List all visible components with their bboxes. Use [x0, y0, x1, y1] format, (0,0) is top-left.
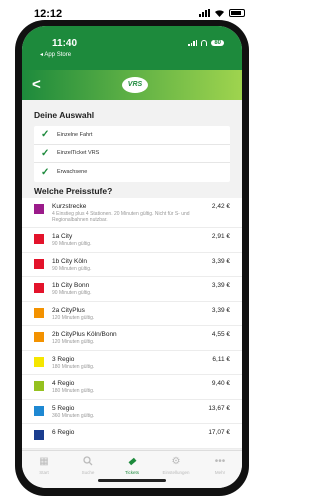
- selection-item: ✓ Erwachsene: [41, 166, 88, 178]
- price-level-description: 120 Minuten gültig.: [52, 314, 95, 321]
- zone-color-swatch: [34, 332, 44, 342]
- tab-einstellungen[interactable]: ⚙ Einstellungen: [154, 451, 198, 488]
- zone-color-swatch: [34, 430, 44, 440]
- app-status-icons: 80: [188, 40, 224, 46]
- zone-color-swatch: [34, 234, 44, 244]
- price-value: 6,11 €: [212, 355, 230, 363]
- price-row-1b-city-bonn[interactable]: 1b City Bonn 90 Minuten gültig. 3,39 €: [22, 277, 242, 302]
- price-value: 4,55 €: [211, 331, 230, 338]
- device-time: 12:12: [34, 8, 63, 20]
- price-level-description: 180 Minuten gültig.: [52, 388, 95, 394]
- tab-start[interactable]: ▦ Start: [22, 451, 66, 488]
- price-level-title: Welche Preisstufe?: [34, 186, 113, 196]
- checkmark-icon: ✓: [41, 166, 50, 178]
- tab-label: Tickets: [124, 470, 140, 475]
- price-level-description: 90 Minuten gültig.: [52, 265, 92, 272]
- home-indicator: [98, 479, 166, 482]
- price-level-name: 4 Regio: [52, 380, 75, 387]
- zone-color-swatch: [34, 258, 44, 269]
- battery-icon: 80: [211, 40, 224, 46]
- zone-color-swatch: [34, 356, 44, 367]
- checkmark-icon: ✓: [41, 147, 50, 159]
- ticket-selection-content[interactable]: Deine Auswahl ✓ Einzelne Fahrt ✓ EinzelTic…: [22, 100, 242, 450]
- tab-mehr[interactable]: ••• Mehr: [198, 451, 242, 488]
- price-row-1b-city-koeln[interactable]: 1b City Köln 90 Minuten gültig. 3,39 €: [22, 253, 242, 277]
- wifi-icon: [215, 10, 224, 17]
- vrs-logo: VRS: [122, 77, 148, 93]
- gear-icon: ⚙: [171, 455, 181, 467]
- price-row-3-regio[interactable]: 3 Regio 180 Minuten gültig. 6,11 €: [22, 351, 242, 375]
- price-value: 3,39 €: [211, 282, 230, 289]
- app-time: 11:40: [52, 38, 78, 49]
- zone-color-swatch: [34, 307, 44, 318]
- navigation-bar: < VRS: [22, 70, 242, 100]
- price-row-kurzstrecke[interactable]: Kurzstrecke 4 Einstieg plus 4 Stationen.…: [22, 198, 242, 228]
- price-level-description: 90 Minuten gültig.: [52, 241, 92, 247]
- price-value: 2,42 €: [211, 203, 230, 210]
- phone-frame: 11:40 ◂ App Store 80 < VRS Deine Auswahl…: [15, 20, 249, 496]
- price-level-name: 1a City: [52, 233, 73, 240]
- selection-title: Deine Auswahl: [34, 110, 95, 120]
- price-level-description: 4 Einstieg plus 4 Stationen. 20 Minuten …: [52, 211, 190, 223]
- price-level-description: 360 Minuten gültig.: [52, 412, 95, 419]
- selection-item: ✓ EinzelTicket VRS: [34, 145, 230, 164]
- zone-color-swatch: [34, 283, 44, 293]
- price-value: 17,07 €: [208, 429, 230, 436]
- tab-label: Start: [39, 470, 49, 475]
- grid-icon: ▦: [39, 455, 49, 467]
- price-level-name: 1b City Bonn: [52, 282, 90, 289]
- price-value: 13,67 €: [208, 404, 230, 412]
- signal-icon: [199, 9, 210, 17]
- price-row-1a-city[interactable]: 1a City 90 Minuten gültig. 2,91 €: [22, 228, 242, 253]
- back-to-app-store-link[interactable]: ◂ App Store: [40, 51, 71, 58]
- back-button[interactable]: <: [32, 76, 41, 94]
- ticket-icon: [126, 455, 138, 467]
- price-row-2b-cityplus-koeln-bonn[interactable]: 2b CityPlus Köln/Bonn 120 Minuten gültig…: [22, 326, 242, 351]
- tab-suche[interactable]: Suche: [66, 451, 110, 488]
- wifi-icon: [201, 40, 208, 46]
- price-level-name: 2b CityPlus Köln/Bonn: [52, 331, 117, 338]
- price-level-list: Kurzstrecke 4 Einstieg plus 4 Stationen.…: [22, 198, 242, 449]
- price-value: 2,91 €: [211, 233, 230, 240]
- price-level-name: 1b City Köln: [52, 257, 88, 265]
- selection-item: ✓ Einzelne Fahrt: [34, 126, 230, 145]
- tab-label: Suche: [81, 470, 95, 475]
- zone-color-swatch: [34, 405, 44, 416]
- tab-label: Einstellungen: [162, 470, 190, 475]
- price-level-name: Kurzstrecke: [52, 203, 87, 210]
- zone-color-swatch: [34, 204, 44, 214]
- price-row-4-regio[interactable]: 4 Regio 180 Minuten gültig. 9,40 €: [22, 375, 242, 400]
- price-level-name: 5 Regio: [52, 404, 75, 412]
- price-level-description: 90 Minuten gültig.: [52, 290, 92, 296]
- zone-color-swatch: [34, 381, 44, 391]
- price-row-2a-cityplus[interactable]: 2a CityPlus 120 Minuten gültig. 3,39 €: [22, 302, 242, 326]
- price-level-description: 180 Minuten gültig.: [52, 363, 95, 370]
- signal-icon: [188, 40, 198, 46]
- tab-label: Mehr: [214, 470, 226, 475]
- price-value: 9,40 €: [211, 380, 230, 387]
- price-row-5-regio[interactable]: 5 Regio 360 Minuten gültig. 13,67 €: [22, 400, 242, 424]
- battery-icon: [229, 9, 245, 17]
- price-row-6-regio[interactable]: 6 Regio 17,07 €: [22, 424, 242, 449]
- more-icon: •••: [214, 455, 226, 467]
- price-level-name: 3 Regio: [52, 355, 75, 363]
- price-level-name: 6 Regio: [52, 429, 75, 436]
- price-value: 3,39 €: [211, 306, 230, 314]
- price-level-name: 2a CityPlus: [52, 306, 85, 314]
- app-screen: 11:40 ◂ App Store 80 < VRS Deine Auswahl…: [22, 26, 242, 488]
- price-level-description: 120 Minuten gültig.: [52, 339, 95, 345]
- checkmark-icon: ✓: [41, 129, 50, 141]
- tab-tickets[interactable]: Tickets: [110, 451, 154, 488]
- selection-summary: ✓ Einzelne Fahrt ✓ EinzelTicket VRS ✓ Erwac…: [34, 126, 230, 182]
- device-status-icons: [199, 9, 245, 17]
- search-icon: [82, 455, 94, 467]
- price-value: 3,39 €: [211, 257, 230, 265]
- tab-bar: ▦ Start Suche Tickets ⚙ Einstellungen ••…: [22, 450, 242, 488]
